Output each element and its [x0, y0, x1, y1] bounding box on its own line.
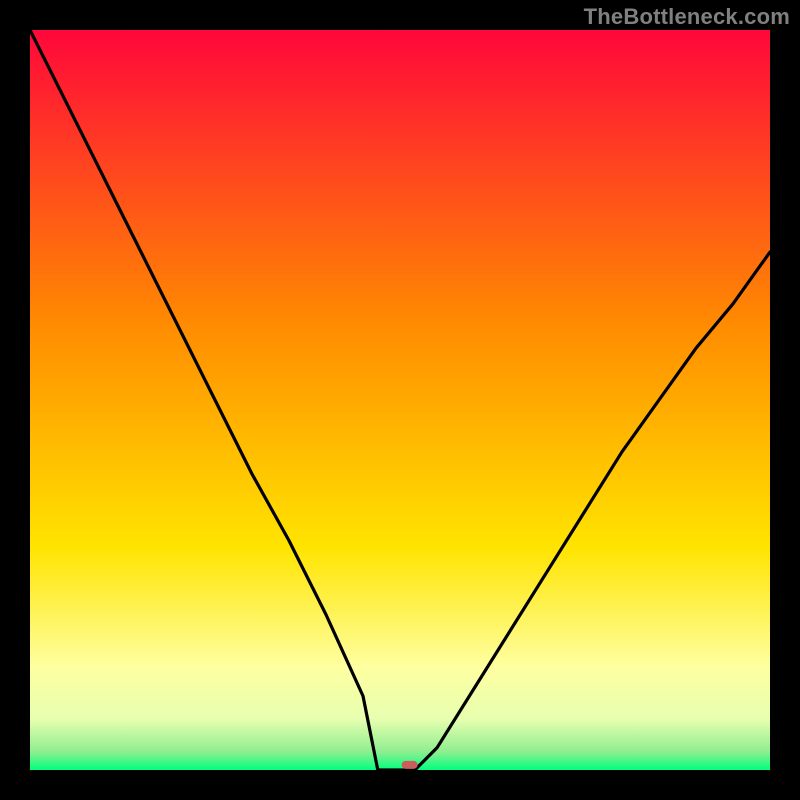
plot-area [30, 30, 770, 770]
chart-svg [30, 30, 770, 770]
watermark-label: TheBottleneck.com [584, 4, 790, 30]
notch-marker [402, 761, 418, 769]
chart-frame: TheBottleneck.com [0, 0, 800, 800]
